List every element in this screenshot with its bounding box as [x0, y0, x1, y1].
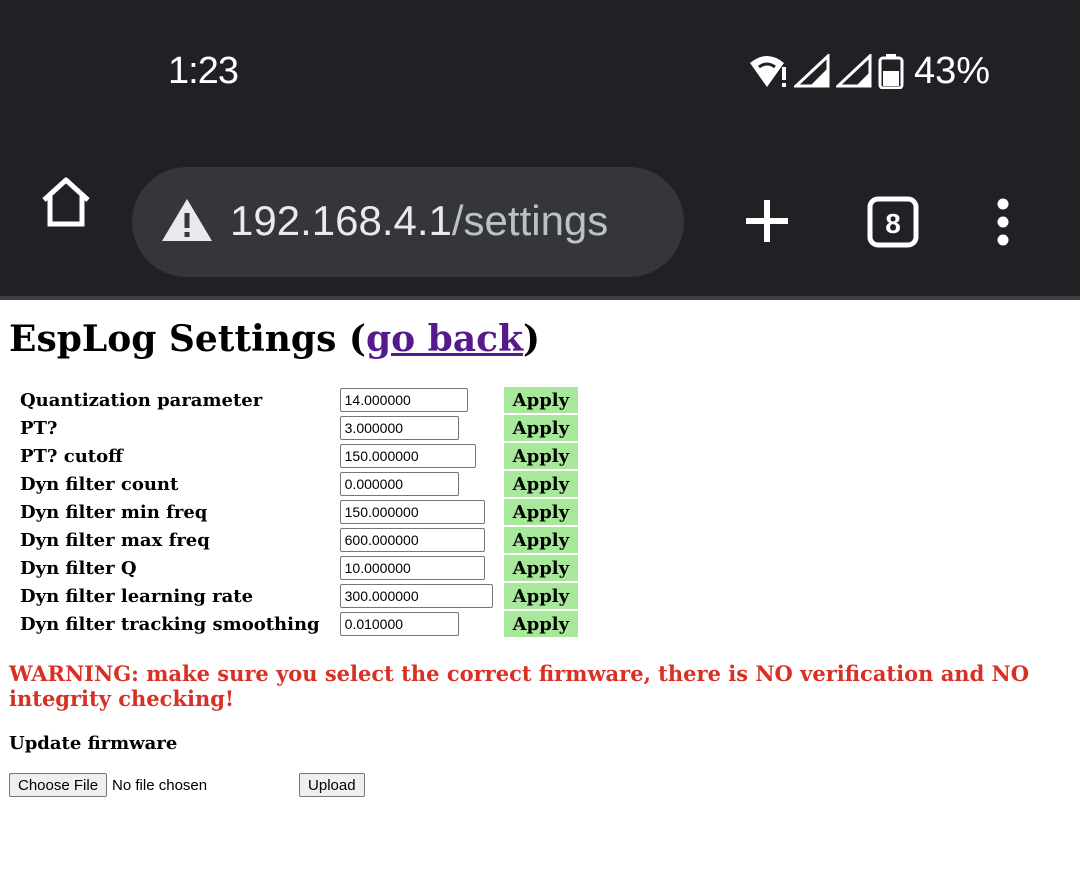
title-suffix: ) [523, 318, 541, 360]
setting-row: Dyn filter count Apply [11, 471, 579, 497]
setting-apply-cell: Apply [503, 611, 579, 637]
setting-row: Dyn filter min freq Apply [11, 499, 579, 525]
setting-label: Dyn filter min freq [20, 501, 208, 523]
setting-row: Dyn filter max freq Apply [11, 527, 579, 553]
menu-icon[interactable] [996, 198, 1010, 250]
setting-apply-cell: Apply [503, 499, 579, 525]
setting-apply-cell: Apply [503, 387, 579, 413]
setting-value-input[interactable] [339, 584, 493, 608]
setting-input-cell [331, 443, 502, 469]
setting-input-cell [331, 583, 502, 609]
battery-icon [878, 53, 904, 89]
update-firmware-title: Update firmware [9, 733, 178, 754]
setting-input-cell [331, 555, 502, 581]
page-title: EspLog Settings (go back) [9, 318, 540, 360]
title-prefix: EspLog Settings ( [9, 318, 366, 360]
signal-icon [836, 54, 872, 88]
setting-input-cell [331, 471, 502, 497]
url-text[interactable]: 192.168.4.1/settings [230, 197, 608, 245]
setting-apply-cell: Apply [503, 471, 579, 497]
url-host: 192.168.4.1 [230, 197, 452, 244]
setting-row: PT? Apply [11, 415, 579, 441]
status-bar: 1:23 43% [0, 0, 1080, 140]
firmware-upload-form: Choose File No file chosen Upload [9, 773, 365, 797]
setting-label: PT? cutoff [20, 445, 123, 467]
setting-label: Dyn filter Q [20, 557, 137, 579]
setting-input-cell [331, 387, 502, 413]
tab-count: 8 [885, 208, 901, 239]
setting-row: Quantization parameter Apply [11, 387, 579, 413]
setting-value-input[interactable] [339, 416, 459, 440]
setting-label: Dyn filter tracking smoothing [20, 613, 320, 635]
setting-apply-cell: Apply [503, 555, 579, 581]
choose-file-button[interactable]: Choose File [9, 773, 108, 797]
status-time: 1:23 [168, 50, 239, 92]
wifi-warning-icon [748, 53, 788, 89]
setting-apply-cell: Apply [503, 583, 579, 609]
signal-icon [794, 54, 830, 88]
go-back-link[interactable]: go back [366, 318, 523, 360]
setting-label: Dyn filter learning rate [20, 585, 254, 607]
apply-button[interactable]: Apply [503, 471, 579, 497]
setting-row: Dyn filter Q Apply [11, 555, 579, 581]
home-icon[interactable] [38, 174, 94, 232]
setting-row: PT? cutoff Apply [11, 443, 579, 469]
setting-value-input[interactable] [339, 528, 485, 552]
setting-value-input[interactable] [339, 556, 485, 580]
apply-button[interactable]: Apply [503, 611, 579, 637]
setting-apply-cell: Apply [503, 415, 579, 441]
setting-label: Dyn filter max freq [20, 529, 210, 551]
setting-label: PT? [20, 417, 58, 439]
file-status: No file chosen [112, 776, 208, 794]
setting-value-input[interactable] [339, 500, 485, 524]
setting-input-cell [331, 499, 502, 525]
setting-label: Dyn filter count [20, 473, 179, 495]
setting-value-input[interactable] [339, 472, 459, 496]
setting-input-cell [331, 415, 502, 441]
setting-value-input[interactable] [339, 388, 468, 412]
setting-value-input[interactable] [339, 444, 476, 468]
settings-table: Quantization parameterApplyPT?ApplyPT? c… [9, 385, 580, 639]
apply-button[interactable]: Apply [503, 499, 579, 525]
setting-apply-cell: Apply [503, 527, 579, 553]
setting-input-cell [331, 611, 502, 637]
warning-icon[interactable] [160, 197, 214, 248]
upload-button[interactable]: Upload [299, 773, 365, 797]
apply-button[interactable]: Apply [503, 555, 579, 581]
apply-button[interactable]: Apply [503, 415, 579, 441]
setting-value-input[interactable] [339, 612, 459, 636]
setting-input-cell [331, 527, 502, 553]
page-content: EspLog Settings (go back) Quantization p… [0, 300, 1080, 871]
setting-apply-cell: Apply [503, 443, 579, 469]
status-icons: 43% [748, 48, 990, 94]
tab-switcher-icon[interactable]: 8 [867, 196, 919, 252]
address-bar[interactable]: 192.168.4.1/settings [132, 167, 684, 277]
setting-label: Quantization parameter [20, 389, 263, 411]
setting-row: Dyn filter learning rate Apply [11, 583, 579, 609]
url-path: /settings [451, 197, 609, 244]
apply-button[interactable]: Apply [503, 443, 579, 469]
apply-button[interactable]: Apply [503, 527, 579, 553]
browser-toolbar: 192.168.4.1/settings 8 [0, 140, 1080, 300]
apply-button[interactable]: Apply [503, 387, 579, 413]
new-tab-icon[interactable] [744, 198, 790, 248]
setting-row: Dyn filter tracking smoothing Apply [11, 611, 579, 637]
apply-button[interactable]: Apply [503, 583, 579, 609]
firmware-warning: WARNING: make sure you select the correc… [9, 661, 1030, 711]
battery-percent: 43% [914, 49, 991, 92]
